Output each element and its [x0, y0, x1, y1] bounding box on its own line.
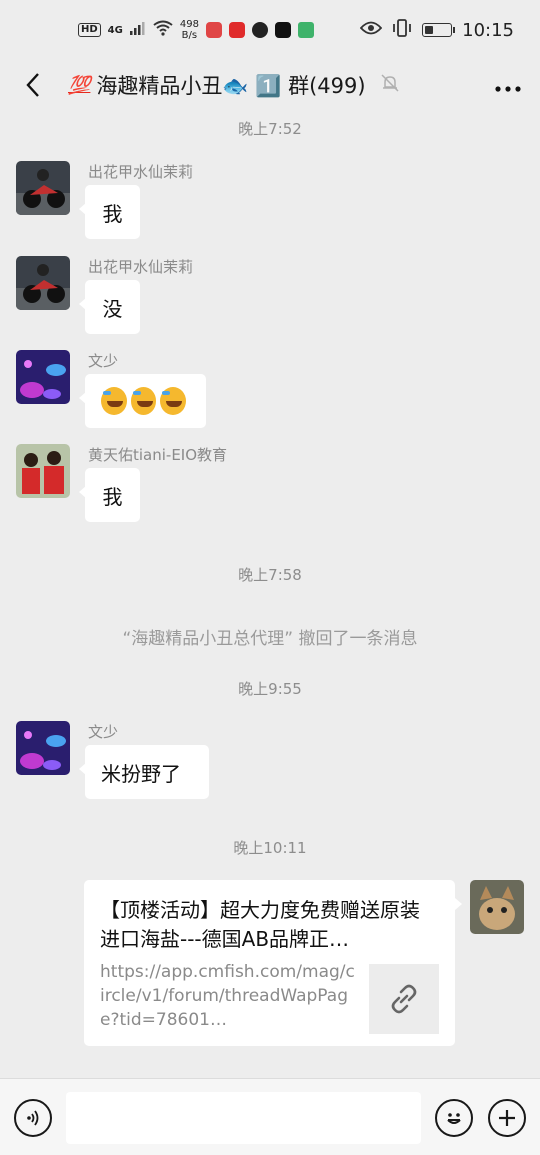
avatar[interactable] — [16, 161, 70, 215]
my-avatar[interactable] — [470, 880, 524, 934]
hundred-emoji: 💯 — [68, 74, 91, 96]
mute-bell-icon — [380, 73, 400, 98]
avatar[interactable] — [16, 256, 70, 310]
message-input[interactable] — [66, 1092, 421, 1144]
avatar[interactable] — [16, 444, 70, 498]
redbook-app-icon — [228, 22, 245, 38]
status-right: 10:15 — [359, 18, 514, 42]
link-thumbnail — [369, 964, 439, 1034]
more-dots-icon — [495, 86, 521, 92]
status-left: HD 4G 498 B/s — [78, 19, 314, 41]
signal-icon — [129, 20, 146, 40]
timestamp: 晚上7:58 — [238, 566, 302, 584]
plus-icon — [499, 1110, 515, 1126]
timestamp: 晚上10:11 — [233, 839, 307, 857]
battery-level-fill — [425, 26, 434, 34]
vibrate-icon — [392, 18, 412, 42]
sender-name: 文少 — [88, 352, 119, 370]
capcut-app-icon — [274, 22, 291, 38]
recall-notice: “海趣精品小丑总代理” 撤回了一条消息 — [122, 629, 418, 649]
network-indicator: 4G — [107, 24, 123, 36]
smiley-icon — [447, 1113, 461, 1124]
hd-indicator: HD — [78, 23, 101, 37]
laughing-crying-emoji-icon — [101, 387, 127, 415]
penguin-app-icon — [251, 22, 268, 38]
net-speed-value: 498 — [179, 19, 199, 30]
qq-app-icon — [205, 22, 222, 38]
laughing-crying-emoji-icon — [130, 387, 157, 415]
link-icon — [391, 984, 417, 1014]
emoji-button[interactable] — [435, 1099, 473, 1137]
more-options-button[interactable] — [494, 71, 522, 99]
timestamp: 晚上9:55 — [238, 680, 302, 698]
link-card-title: 【顶楼活动】超大力度免费赠送原装进口海盐---德国AB品牌正… — [100, 898, 420, 951]
chat-screen: HD 4G 498 B/s 10:15 💯 海趣精品小丑🐟 1️⃣ 群(499)… — [0, 0, 540, 1155]
group-name: 海趣精品小丑🐟 1️⃣ 群(499) — [96, 74, 366, 98]
net-speed-unit: B/s — [181, 30, 198, 41]
battery-icon — [422, 23, 456, 37]
wifi-icon — [153, 20, 173, 41]
avatar[interactable] — [16, 350, 70, 404]
message-bubble[interactable]: 没 — [79, 280, 140, 334]
message-bubble[interactable]: 米扮野了 — [79, 745, 209, 799]
input-bar — [0, 1078, 540, 1155]
play-app-icon — [297, 22, 314, 38]
voice-toggle-button[interactable] — [14, 1099, 52, 1137]
sender-name: 出花甲水仙茉莉 — [88, 163, 194, 181]
sender-name: 出花甲水仙茉莉 — [88, 258, 194, 276]
voice-icon — [27, 1110, 39, 1126]
timestamp: 晚上7:52 — [238, 120, 302, 138]
message-bubble[interactable]: 我 — [79, 468, 140, 522]
message-bubble[interactable] — [79, 374, 206, 428]
link-card-url: https://app.cmfish.com/mag/circle/v1/for… — [100, 962, 355, 1030]
sender-name: 黄天佑tiani-EIO教育 — [88, 446, 228, 464]
message-list[interactable]: 晚上7:52 出花甲水仙茉莉 我 出花甲水仙茉莉 没 文少 黄天佑tiani-E… — [0, 112, 540, 1078]
clock: 10:15 — [462, 19, 514, 41]
back-button[interactable] — [18, 70, 48, 100]
avatar[interactable] — [16, 721, 70, 775]
link-card[interactable]: 【顶楼活动】超大力度免费赠送原装进口海盐---德国AB品牌正… https://… — [84, 880, 462, 1046]
chat-title: 💯 海趣精品小丑🐟 1️⃣ 群(499) — [68, 70, 400, 100]
message-bubble[interactable]: 我 — [79, 185, 140, 239]
laughing-crying-emoji-icon — [160, 387, 187, 415]
status-bar: HD 4G 498 B/s 10:15 — [0, 0, 540, 60]
net-speed: 498 B/s — [180, 19, 199, 41]
eye-comfort-icon — [359, 20, 383, 40]
sender-name: 文少 — [88, 723, 119, 741]
chat-header: 💯 海趣精品小丑🐟 1️⃣ 群(499) — [0, 60, 540, 110]
more-functions-button[interactable] — [488, 1099, 526, 1137]
chevron-left-icon — [26, 73, 39, 97]
